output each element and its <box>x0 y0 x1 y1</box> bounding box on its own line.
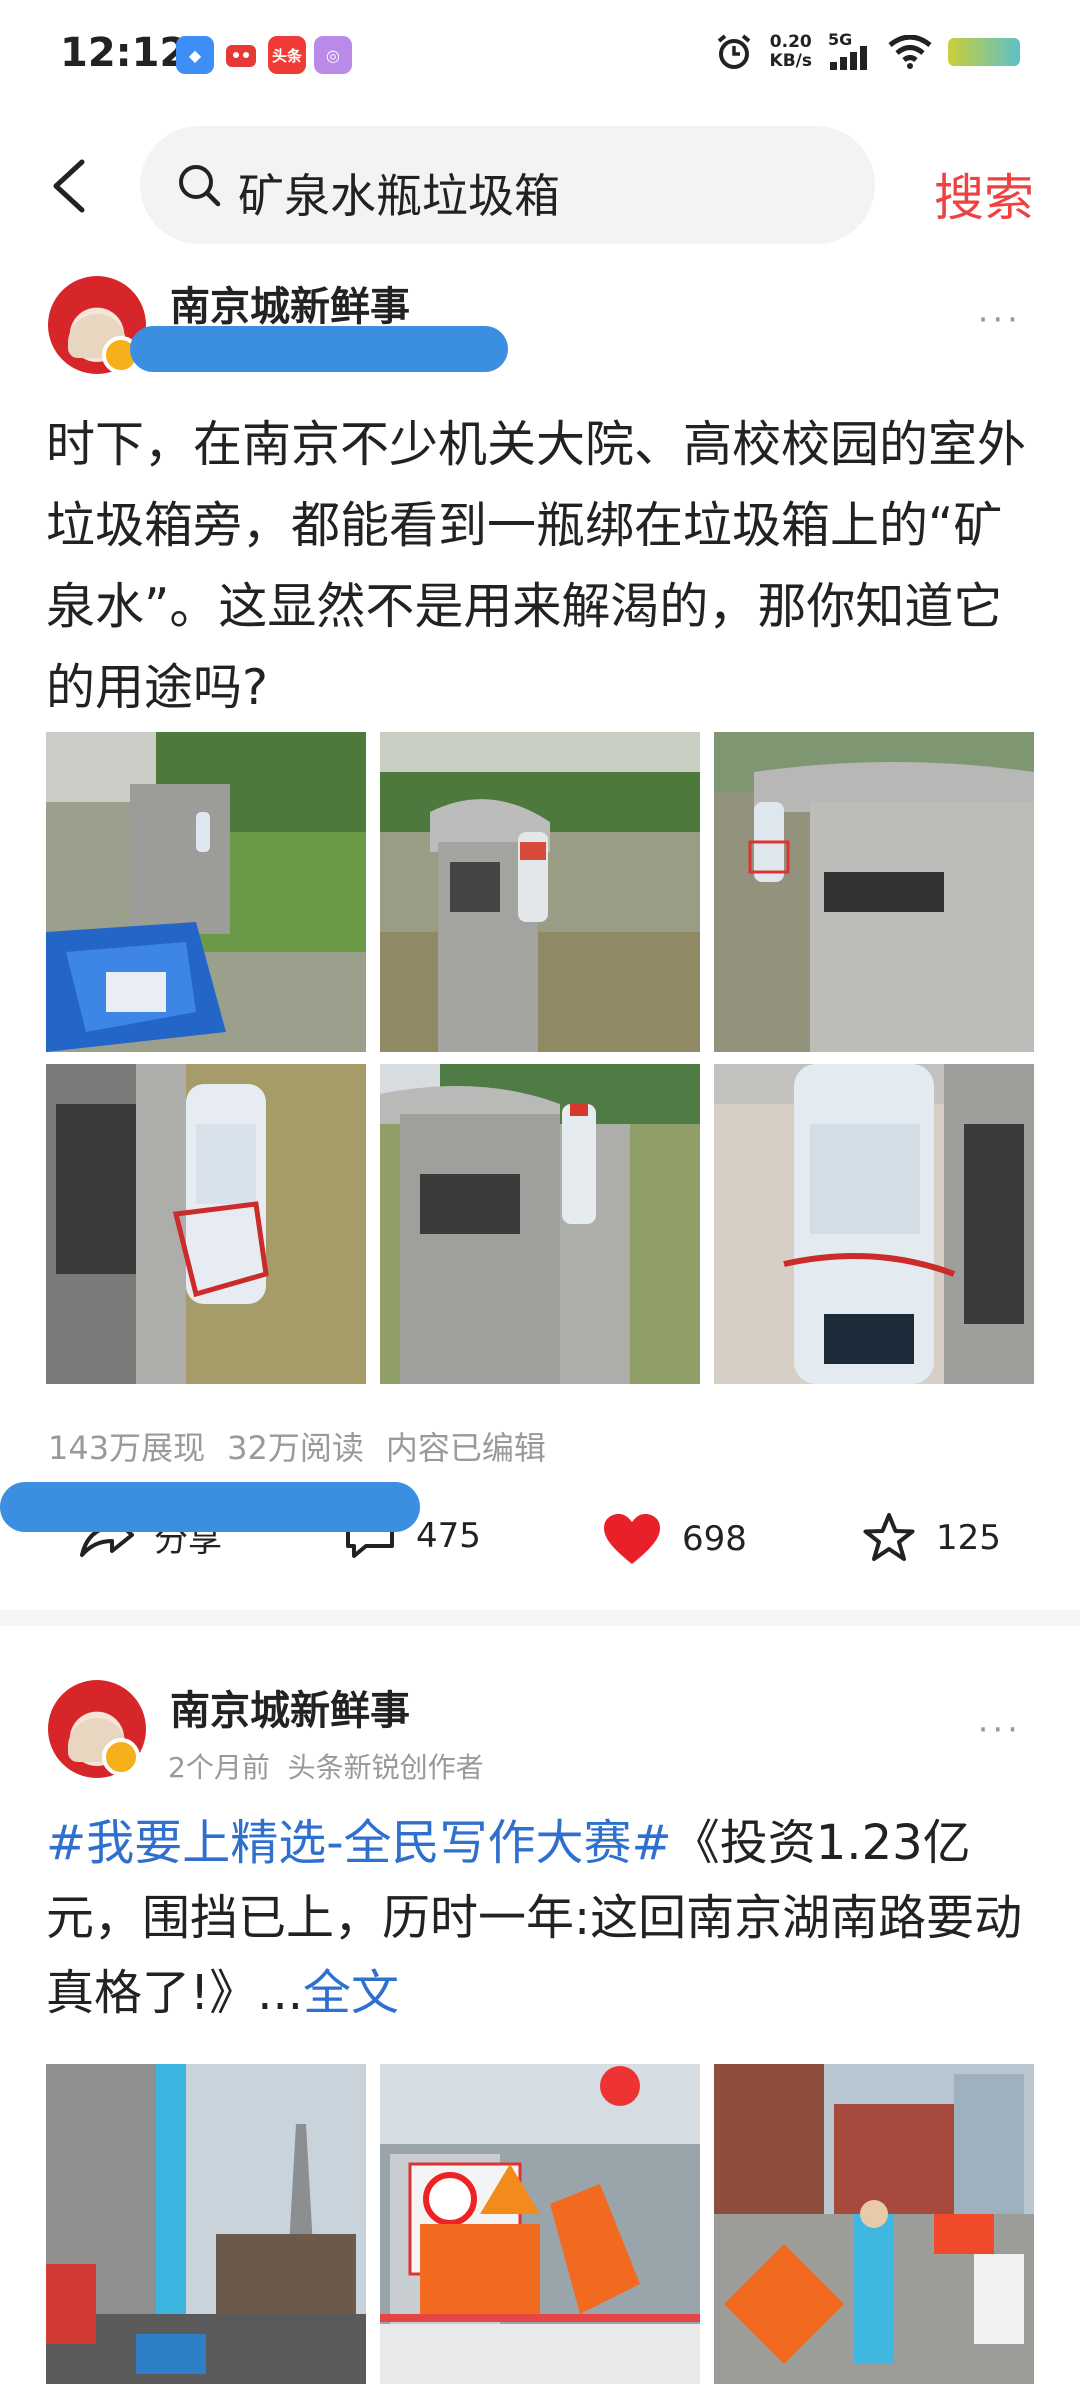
photo-street-skyline[interactable] <box>46 2064 366 2384</box>
reads-count: 32万阅读 <box>227 1429 364 1467</box>
heart-icon <box>604 1514 660 1564</box>
search-header: 矿泉水瓶垃圾箱 搜索 <box>0 120 1080 250</box>
feed-post[interactable]: 南京城新鲜事 ··· 时下，在南京不少机关大院、高校校园的室外垃圾箱旁，都能看到… <box>0 270 1080 1610</box>
net-speed-value: 0.20 <box>769 32 812 52</box>
status-right: 0.20 KB/s 5G <box>714 30 1020 72</box>
photo-construction-signs[interactable] <box>380 2064 700 2384</box>
verified-badge-icon <box>102 1738 140 1776</box>
star-icon <box>863 1513 915 1561</box>
alarm-icon <box>717 34 750 69</box>
hashtag-link[interactable]: #我要上精选-全民写作大赛# <box>46 1815 672 1871</box>
net-speed: 0.20 KB/s <box>770 33 812 71</box>
status-bar: 12:12 ◆ 头条 ◎ 0.20 KB/s 5G <box>0 0 1080 110</box>
photo-road-closure[interactable] <box>714 2064 1034 2384</box>
impressions-count: 143万展现 <box>48 1429 206 1467</box>
author-tag: 头条新锐创作者 <box>287 1751 484 1784</box>
photo-bottle-closeup-3[interactable] <box>714 1064 1034 1384</box>
clock: 12:12 <box>60 30 188 76</box>
photo-trash-bin-3[interactable] <box>714 732 1034 1052</box>
like-button[interactable]: 698 <box>602 1512 747 1566</box>
image-grid <box>46 732 1034 1384</box>
photo-trash-bin-2[interactable] <box>380 732 700 1052</box>
feed-post[interactable]: 南京城新鲜事 2个月前 头条新锐创作者 ··· #我要上精选-全民写作大赛#《投… <box>0 1670 1080 2400</box>
app-notification-icon: ◎ <box>314 36 352 74</box>
photo-bottle-closeup-1[interactable] <box>46 1064 366 1384</box>
toutiao-app-icon: 头条 <box>268 36 306 74</box>
comment-count: 475 <box>416 1516 481 1556</box>
like-count: 698 <box>682 1519 747 1559</box>
time-ago: 2个月前 <box>168 1751 270 1784</box>
wifi-icon <box>888 35 932 69</box>
post-body-text[interactable]: 时下，在南京不少机关大院、高校校园的室外垃圾箱旁，都能看到一瓶绑在垃圾箱上的“矿… <box>46 404 1036 734</box>
search-query-text[interactable]: 矿泉水瓶垃圾箱 <box>238 160 560 226</box>
app-notification-icon <box>222 36 260 74</box>
photo-bottle-closeup-2[interactable] <box>380 1064 700 1384</box>
image-grid <box>46 2064 1034 2384</box>
favorite-count: 125 <box>936 1518 1001 1558</box>
more-options-button[interactable]: ··· <box>978 300 1022 340</box>
battery-icon <box>948 38 1020 66</box>
signal-icon: 5G <box>828 30 872 70</box>
app-notification-icon: ◆ <box>176 36 214 74</box>
post-stats: 143万展现 32万阅读 内容已编辑 <box>48 1423 568 1469</box>
search-icon <box>179 165 221 207</box>
redacted-overlay <box>0 1482 420 1532</box>
author-name[interactable]: 南京城新鲜事 <box>170 1678 410 1736</box>
edited-label: 内容已编辑 <box>385 1429 546 1467</box>
favorite-button[interactable]: 125 <box>862 1512 1001 1564</box>
back-arrow-icon[interactable] <box>42 156 98 216</box>
net-speed-unit: KB/s <box>769 51 812 71</box>
redacted-meta <box>130 326 508 372</box>
photo-trash-bin-1[interactable] <box>46 732 366 1052</box>
search-input[interactable]: 矿泉水瓶垃圾箱 <box>140 126 875 244</box>
post-meta: 2个月前 头条新锐创作者 <box>168 1746 484 1786</box>
notification-icons: ◆ 头条 ◎ <box>176 36 352 74</box>
full-text-link[interactable]: 全文 <box>303 1965 399 2021</box>
post-body-text[interactable]: #我要上精选-全民写作大赛#《投资1.23亿元，围挡已上，历时一年:这回南京湖南… <box>46 1806 1036 2056</box>
more-options-button[interactable]: ··· <box>978 1710 1022 1750</box>
search-button[interactable]: 搜索 <box>934 158 1034 230</box>
feed-divider <box>0 1610 1080 1626</box>
author-name[interactable]: 南京城新鲜事 <box>170 274 410 332</box>
